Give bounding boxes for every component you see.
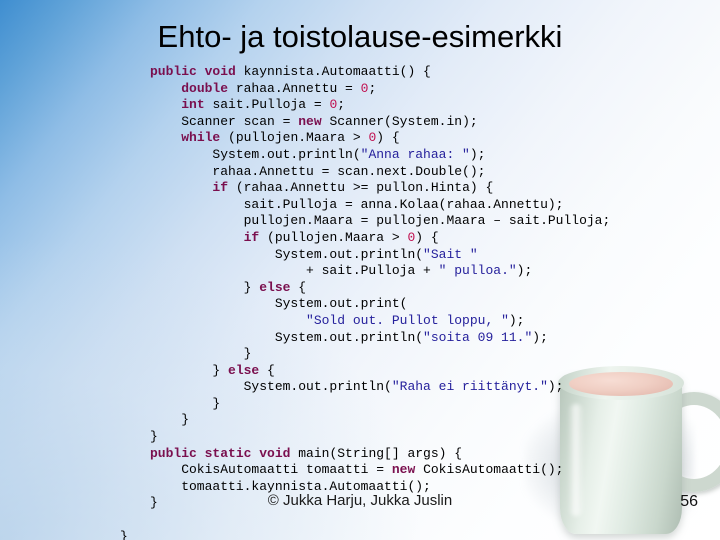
code-token-pl: ); [469,146,486,162]
code-token-str: "soita 09 11." [423,329,533,345]
code-token-pl: System.out.println( [150,246,424,262]
code-token-kw: while [181,130,229,146]
code-line: CokisAutomaatti tomaatti = new CokisAuto… [150,462,710,479]
code-line: } [150,429,710,446]
code-token-kw: if [212,180,236,196]
code-token-pl: System.out.print( [150,296,408,312]
code-token-pl: Scanner scan = [150,113,299,129]
code-token-pl: rahaa.Annettu = [235,80,361,96]
code-line: double rahaa.Annettu = 0; [150,81,710,98]
code-token-pl: } [150,279,260,295]
code-token-pl: Scanner(System.in); [329,113,478,129]
code-line: + sait.Pulloja + " pulloa."); [150,263,710,280]
page-title: Ehto- ja toistolause-esimerkki [157,19,563,54]
code-line: } [120,529,710,540]
code-line: System.out.print( [150,296,710,313]
code-token-pl: System.out.println( [150,146,361,162]
code-token-str: "Sold out. Pullot loppu, " [306,312,509,328]
code-line: System.out.println("Anna rahaa: "); [150,147,710,164]
code-line: pullojen.Maara = pullojen.Maara – sait.P… [150,213,710,230]
code-token-pl: ; [337,97,346,113]
code-token-kw: public static void [150,445,299,461]
code-token-pl: main(String[] args) { [298,445,463,461]
code-token-str: "Anna rahaa: " [360,146,470,162]
code-line: } [150,412,710,429]
code-token-kw: double [181,80,236,96]
code-token-pl: rahaa.Annettu = scan.next.Double(); [150,163,486,179]
code-token-kw: new [391,462,424,478]
code-line: } else { [150,363,710,380]
code-line: "Sold out. Pullot loppu, "); [150,313,710,330]
code-token-pl: ) { [376,130,400,146]
code-line: rahaa.Annettu = scan.next.Double(); [150,164,710,181]
code-token-pl: ; [368,80,377,96]
code-line: while (pullojen.Maara > 0) { [150,130,710,147]
code-token-pl: (pullojen.Maara > [228,130,369,146]
code-line: System.out.println("Raha ei riittänyt.")… [150,379,710,396]
code-token-kw: new [298,113,330,129]
code-line: public static void main(String[] args) { [150,446,710,463]
code-line: sait.Pulloja = anna.Kolaa(rahaa.Annettu)… [150,197,710,214]
code-token-pl: { [298,279,307,295]
code-line: public void kaynnista.Automaatti() { [150,64,710,81]
code-token-pl: { [267,362,275,378]
code-line: if (pullojen.Maara > 0) { [150,230,710,247]
code-line: int sait.Pulloja = 0; [150,97,710,114]
code-token-pl: System.out.println( [150,379,392,395]
code-listing: public void kaynnista.Automaatti() { dou… [120,64,710,540]
code-token-pl: ); [508,312,525,328]
code-token-pl: ); [516,263,533,279]
code-token-kw: else [228,362,268,378]
code-token-pl: } [150,362,229,378]
code-token-kw: if [243,229,268,245]
code-line: } [150,396,710,413]
code-token-pl: sait.Pulloja = [212,97,330,113]
page-number: 56 [680,493,698,510]
code-token-str: "Sait " [423,246,478,262]
code-token-kw: int [181,97,213,113]
slide: Ehto- ja toistolause-esimerkki public vo… [0,0,720,540]
code-line: if (rahaa.Annettu >= pullon.Hinta) { [150,180,710,197]
code-token-pl: } [150,412,190,428]
code-token-pl: } [150,346,252,362]
code-token-str: "Raha ei riittänyt." [391,379,548,395]
code-token-pl: + sait.Pulloja + [150,263,439,279]
code-token-pl: } [150,429,158,445]
copyright-credit: © Jukka Harju, Jukka Juslin [267,492,453,509]
code-line: System.out.println("Sait " [150,247,710,264]
code-token-pl: sait.Pulloja = anna.Kolaa(rahaa.Annettu)… [150,196,564,212]
code-token-pl: } [120,528,128,540]
code-token-pl: CokisAutomaatti(); [423,462,564,478]
code-token-pl: ) { [415,229,439,245]
code-token-str: " pulloa." [438,263,517,279]
code-token-kw: public void [150,64,244,79]
code-token-pl: System.out.println( [150,329,424,345]
code-token-kw: else [259,279,299,295]
code-line: Scanner scan = new Scanner(System.in); [150,114,710,131]
code-line: System.out.println("soita 09 11."); [150,330,710,347]
code-token-pl: CokisAutomaatti tomaatti = [150,462,392,478]
code-token-pl: pullojen.Maara = pullojen.Maara – sait.P… [150,213,611,229]
code-line: } else { [150,280,710,297]
code-token-pl: kaynnista.Automaatti() { [243,64,431,79]
code-token-pl: ); [547,379,564,395]
code-token-pl: (pullojen.Maara > [267,229,408,245]
code-token-pl: ); [532,329,548,345]
code-line: } [150,346,710,363]
code-token-pl: } [150,395,221,411]
code-token-pl: (rahaa.Annettu >= pullon.Hinta) { [235,180,494,196]
